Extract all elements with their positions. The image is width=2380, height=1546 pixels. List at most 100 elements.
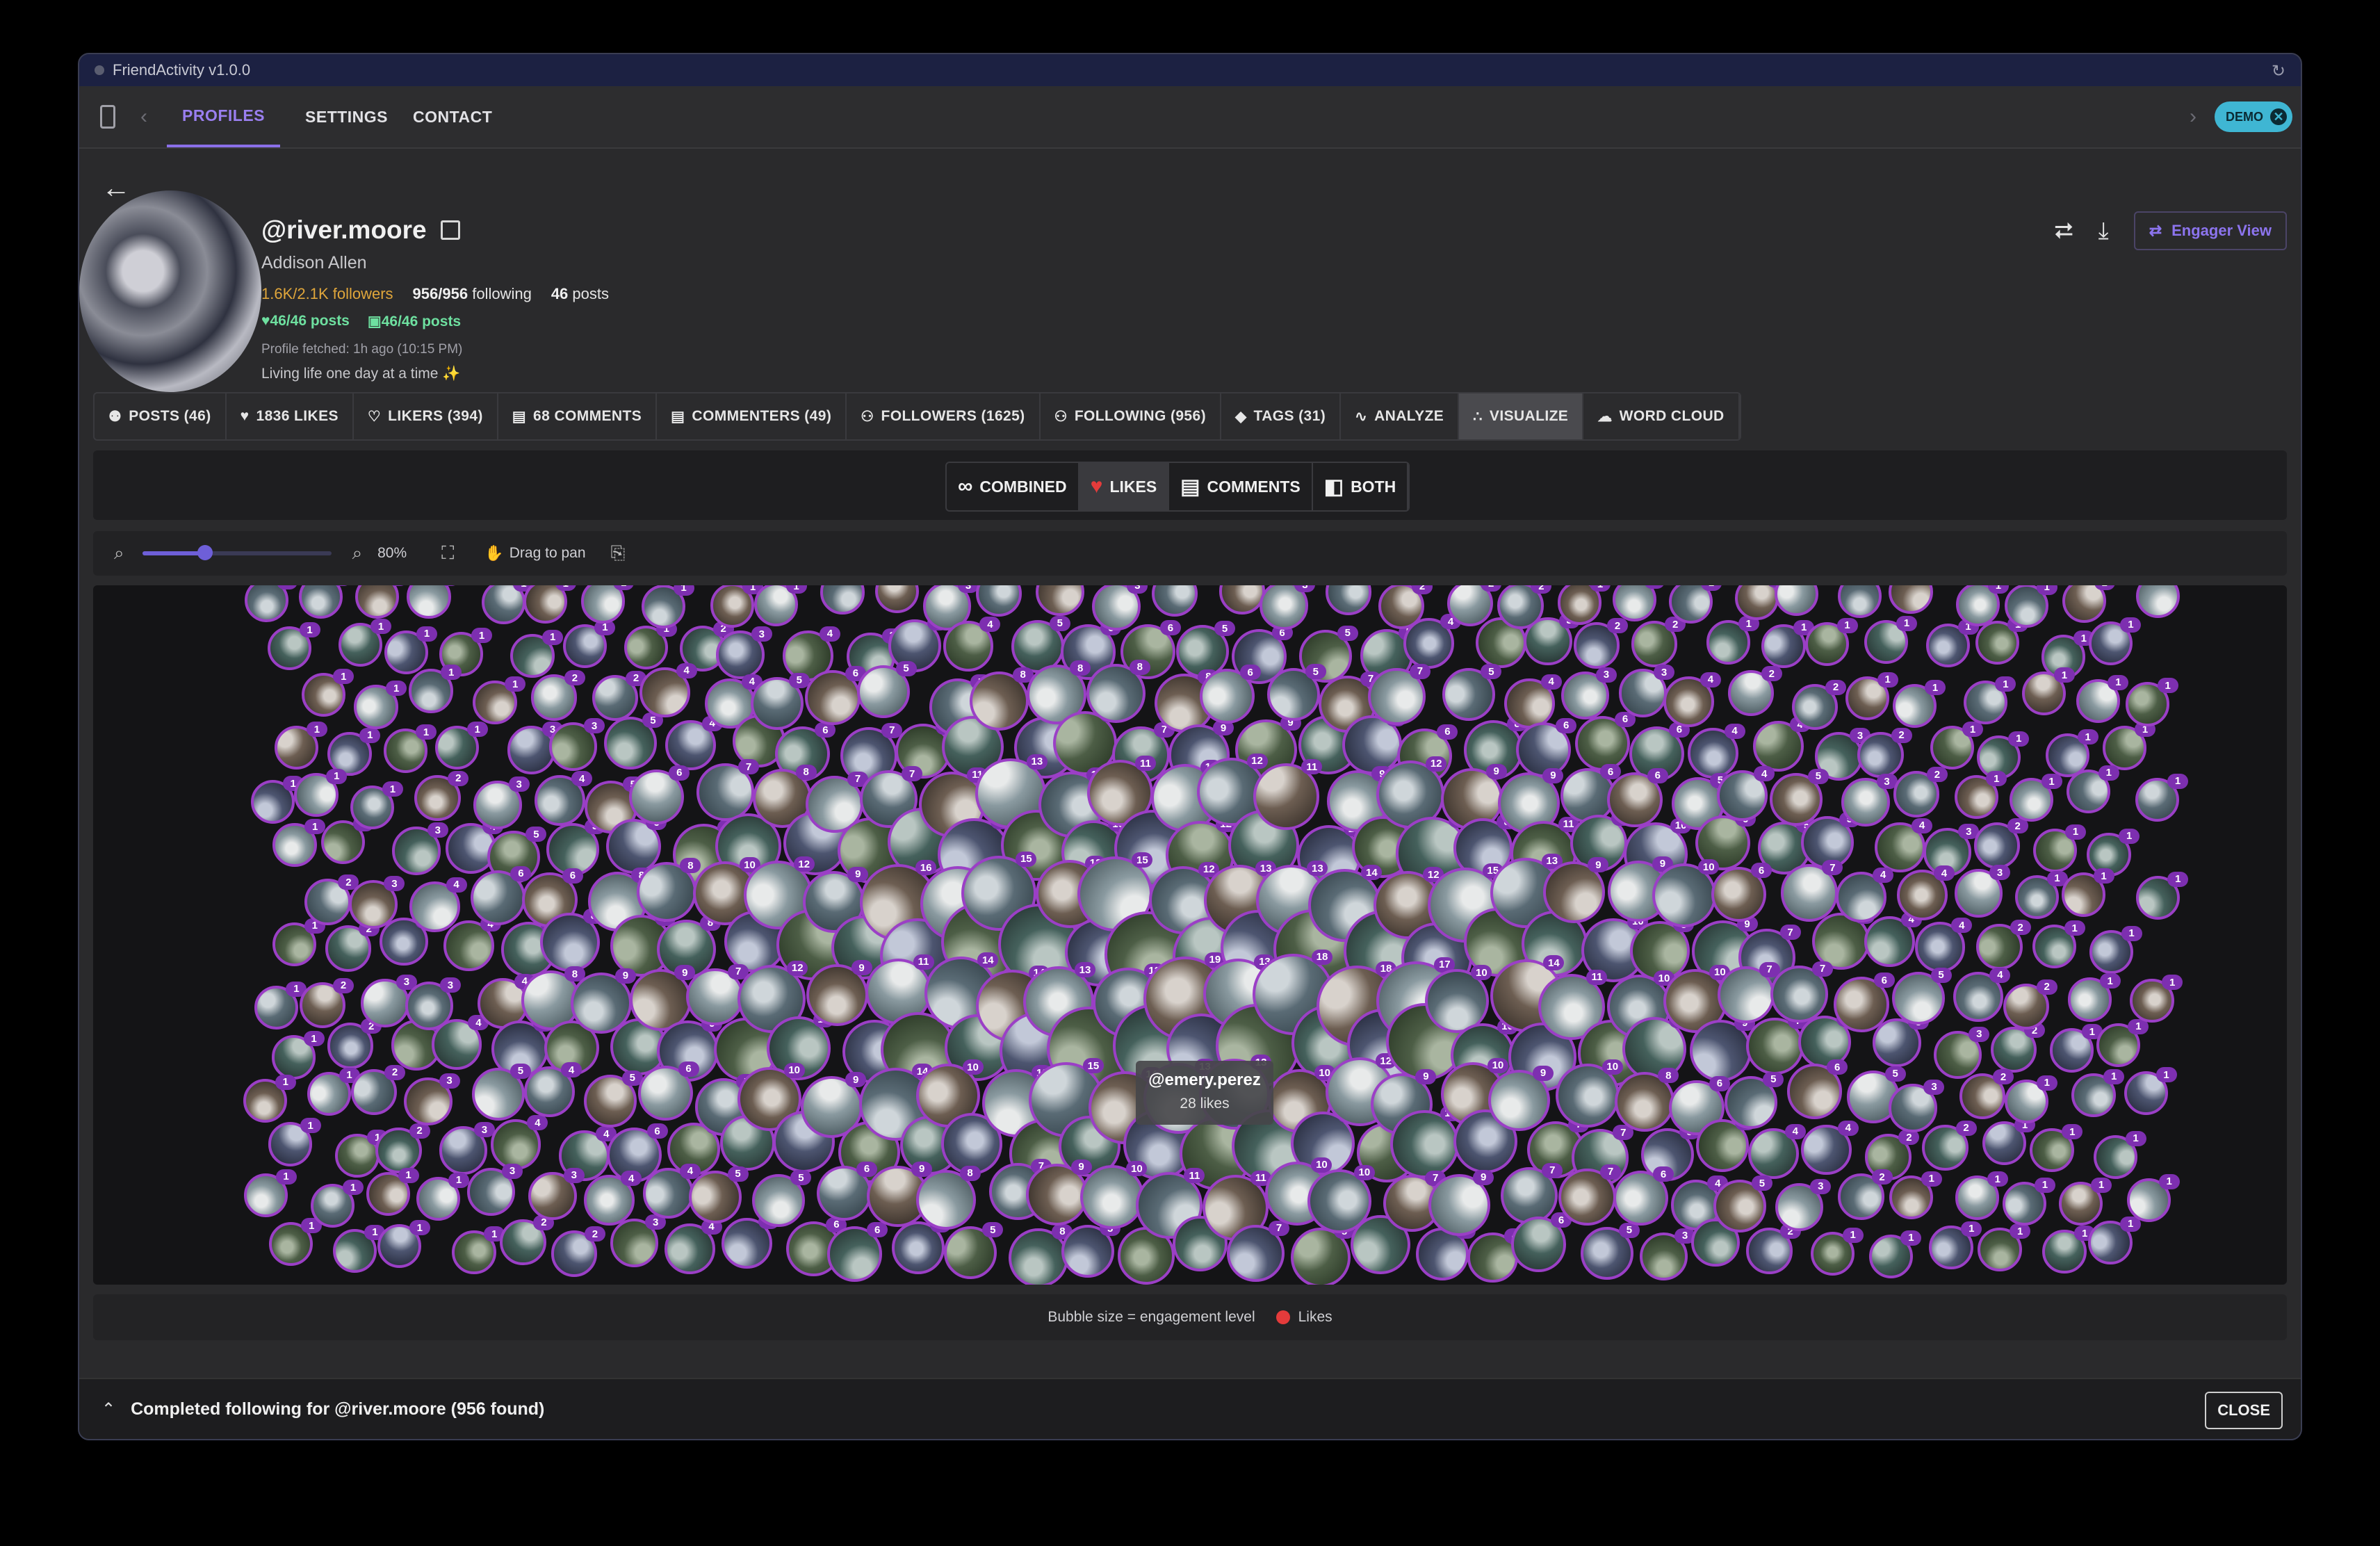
user-bubble[interactable] [1734, 585, 1779, 620]
tab-following-956[interactable]: ⚇ FOLLOWING (956) [1041, 393, 1221, 439]
close-icon[interactable]: ✕ [2270, 108, 2287, 125]
bubble-count-badge: 9 [1473, 1169, 1494, 1185]
tab-label: WORD CLOUD [1619, 408, 1725, 424]
phone-icon[interactable] [100, 105, 115, 129]
tooltip-detail: 28 likes [1180, 1096, 1230, 1112]
bubble-count-badge: 6 [1239, 665, 1261, 681]
profile-bio: Living life one day at a time ✨ [261, 366, 461, 382]
bubble-count-badge: 5 [510, 1063, 531, 1079]
bubble-count-badge: 1 [409, 1220, 430, 1236]
user-bubble[interactable] [1447, 585, 1494, 626]
engager-view-button[interactable]: ⇄ Engager View [2133, 211, 2287, 250]
bubble-count-badge: 1 [471, 628, 493, 644]
bubble-count-badge: 1 [466, 722, 488, 738]
bubble-count-badge: 1 [2034, 1177, 2055, 1193]
user-bubble[interactable] [1889, 585, 1933, 614]
user-bubble[interactable] [298, 585, 343, 619]
bubble-count-badge: 1 [416, 724, 437, 740]
user-bubble[interactable] [1612, 585, 1656, 621]
bubble-count-badge: 12 [793, 856, 815, 872]
bubble-count-badge: 4 [1700, 672, 1721, 687]
mode-combined[interactable]: ∞ COMBINED [947, 463, 1079, 510]
tab-word-cloud[interactable]: ☁ WORD CLOUD [1583, 393, 1740, 439]
tab-posts-46[interactable]: ⚉ POSTS (46) [95, 393, 227, 439]
mode-both[interactable]: ◧ BOTH [1313, 463, 1409, 510]
close-button[interactable]: CLOSE [2205, 1392, 2283, 1429]
user-bubble[interactable] [245, 585, 289, 623]
bubble-count-badge: 6 [1873, 973, 1895, 988]
zoom-in-icon[interactable]: ⌕ [352, 542, 363, 564]
user-bubble[interactable] [2135, 585, 2180, 619]
tab-commenters-49[interactable]: ▤ COMMENTERS (49) [657, 393, 847, 439]
reload-icon[interactable]: ↻ [2272, 61, 2285, 81]
user-bubble[interactable] [1775, 585, 1819, 617]
user-bubble[interactable] [2062, 585, 2106, 624]
bubble-count-badge: 1 [441, 665, 462, 681]
tab-analyze[interactable]: ∿ ANALYZE [1341, 393, 1460, 439]
zoom-out-icon[interactable]: ⌕ [114, 542, 124, 564]
tab-settings[interactable]: SETTINGS [305, 86, 388, 147]
bubble-count-badge: 3 [508, 776, 530, 792]
bubble-count-badge: 3 [1923, 1079, 1945, 1095]
user-bubble[interactable] [1325, 585, 1372, 615]
tab-contact[interactable]: CONTACT [413, 86, 492, 147]
bubble-count-badge: 10 [962, 1059, 984, 1075]
bubble-count-badge: 6 [510, 865, 532, 881]
user-bubble[interactable] [581, 585, 626, 624]
bubble-count-badge: 9 [1542, 767, 1564, 783]
back-arrow-icon[interactable]: ← [101, 171, 131, 204]
user-bubble[interactable] [1837, 585, 1882, 618]
bubble-count-badge: 8 [1129, 659, 1150, 675]
tooltip-user: @emery.perez [1148, 1071, 1261, 1089]
bubble-count-badge: 5 [1763, 1071, 1784, 1087]
zoom-slider[interactable] [142, 545, 332, 560]
bubble-canvas[interactable]: 1111111111111111112222111111111333342211… [93, 585, 2287, 1285]
zoom-slider-knob[interactable] [197, 545, 213, 560]
mode-comments[interactable]: ▤ COMMENTS [1169, 463, 1313, 510]
bubble-count-badge: 4 [1951, 918, 1973, 933]
bubble-count-badge: 1 [1877, 672, 1898, 687]
user-bubble[interactable] [407, 585, 451, 619]
tab-68-comments[interactable]: ▤ 68 COMMENTS [498, 393, 658, 439]
user-bubble[interactable] [355, 585, 400, 619]
hand-icon: ✋ [484, 544, 504, 562]
demo-chip[interactable]: DEMO ✕ [2215, 101, 2292, 132]
tab-likers-394[interactable]: ♡ LIKERS (394) [354, 393, 498, 439]
bubble-count-badge: 3 [1810, 1178, 1832, 1194]
bubble-count-badge: 2 [384, 1064, 405, 1080]
tab-1836-likes[interactable]: ♥ 1836 LIKES [227, 393, 354, 439]
chevron-right-icon[interactable]: › [2190, 105, 2196, 129]
tab-tags-31[interactable]: ◆ TAGS (31) [1221, 393, 1342, 439]
user-bubble[interactable] [975, 585, 1022, 617]
download-icon[interactable]: ⤓ [2098, 218, 2109, 245]
chevron-left-icon[interactable]: ‹ [140, 105, 147, 129]
bubble-count-badge: 9 [1415, 1068, 1437, 1084]
bubble-count-badge: 1 [333, 669, 354, 685]
external-link-icon[interactable] [440, 220, 460, 240]
user-bubble[interactable] [1669, 585, 1713, 624]
chevron-up-icon[interactable]: ⌃ [101, 1399, 115, 1419]
copy-icon[interactable]: ⎘ [611, 542, 626, 564]
bubble-count-badge: 4 [571, 771, 593, 787]
user-bubble[interactable] [1218, 585, 1265, 615]
bubble-count-badge: 6 [1159, 620, 1181, 636]
tab-visualize[interactable]: ∴ VISUALIZE [1459, 393, 1584, 439]
user-bubble[interactable] [523, 585, 568, 624]
user-bubble[interactable] [820, 585, 865, 615]
user-bubble[interactable] [1151, 585, 1198, 617]
mode-likes[interactable]: ♥ LIKES [1079, 463, 1170, 510]
tab-label: COMMENTERS (49) [692, 408, 832, 424]
mode-label: LIKES [1109, 477, 1157, 496]
tab-followers-1625[interactable]: ⚇ FOLLOWERS (1625) [847, 393, 1041, 439]
status-bar: ⌃ Completed following for @river.moore (… [79, 1378, 2301, 1439]
user-bubble[interactable] [1036, 585, 1084, 617]
bubble-count-badge: 1 [2008, 731, 2030, 747]
tab-profiles[interactable]: PROFILES [167, 86, 281, 147]
fit-screen-icon[interactable]: ⛶ [441, 542, 454, 564]
bubble-count-badge: 4 [676, 662, 697, 678]
bubble-count-badge: 5 [1305, 664, 1326, 680]
user-bubble[interactable] [875, 585, 920, 613]
bubble-count-badge: 4 [1784, 1123, 1806, 1139]
share-icon[interactable]: ⮂ [2054, 218, 2073, 245]
comment-icon: ▤ [1180, 475, 1200, 498]
